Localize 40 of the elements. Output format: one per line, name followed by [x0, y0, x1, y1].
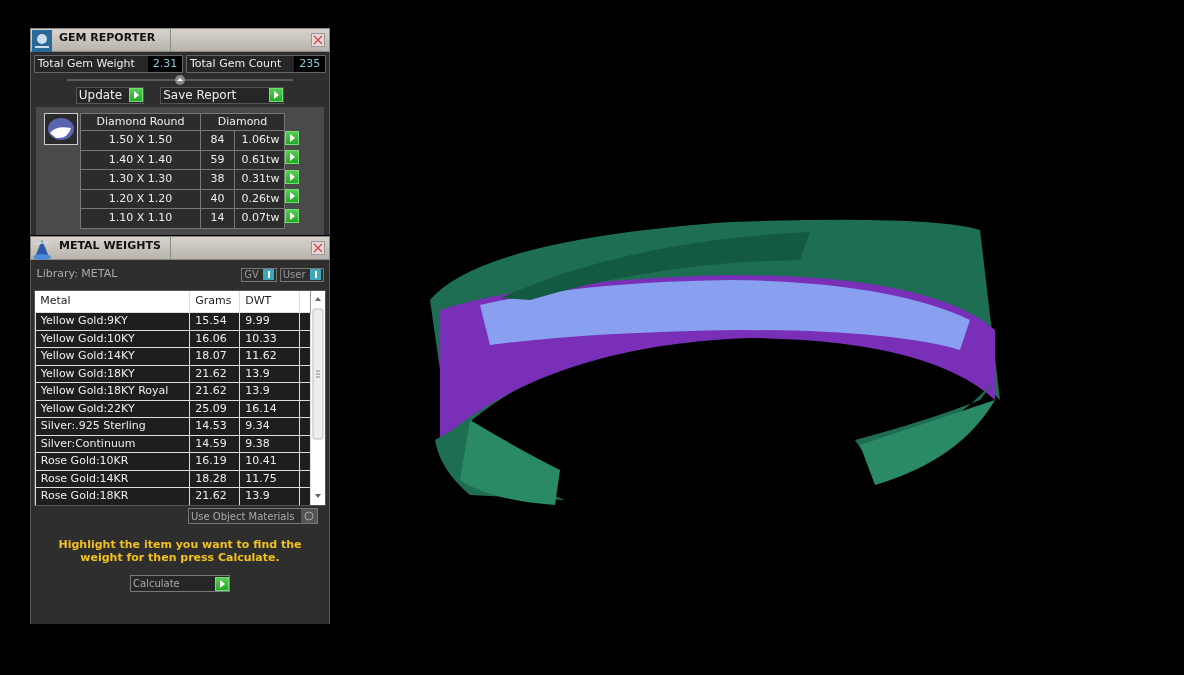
panel-title: GEM REPORTER — [53, 29, 171, 51]
panel-title: METAL WEIGHTS — [53, 236, 171, 259]
total-count-label: Total Gem Count — [189, 55, 282, 72]
instruction-text: Highlight the item you want to find the weight for then press Calculate. — [57, 538, 303, 564]
column-header: Grams — [189, 290, 240, 313]
checkbox-label[interactable]: Use Object Materials — [191, 508, 297, 524]
total-weight-value: 2.31 — [147, 55, 183, 72]
table-cell: 1.50 X 1.50 — [80, 130, 201, 150]
scrollbar[interactable] — [311, 290, 326, 505]
radio-circle-icon — [301, 509, 317, 524]
button[interactable]: Save Report — [160, 86, 285, 104]
table-cell: 1.40 X 1.40 — [80, 150, 201, 170]
table-cell: 1.20 X 1.20 — [80, 189, 201, 209]
table-cell: 1.30 X 1.30 — [80, 169, 201, 189]
calculate-button[interactable]: Calculate — [130, 575, 230, 592]
toggle-knob-icon — [262, 269, 274, 280]
close-button[interactable] — [311, 240, 325, 255]
total-count-value: 235 — [294, 55, 326, 72]
total-weight-label: Total Gem Weight — [37, 55, 135, 72]
toggle-button[interactable]: User — [279, 267, 324, 282]
column-header: Metal — [35, 290, 190, 313]
report-icon — [31, 29, 53, 53]
close-button[interactable] — [311, 33, 325, 47]
gem-icon — [44, 112, 78, 145]
button-label[interactable]: Calculate — [133, 576, 215, 591]
checkbox[interactable]: Use Object Materials — [188, 508, 318, 525]
toggle-label[interactable]: User — [282, 267, 306, 282]
button-label[interactable]: Update — [78, 86, 129, 105]
library-label: Library: METAL — [36, 266, 119, 283]
column-header: DWT — [239, 290, 300, 313]
button[interactable]: Update — [75, 86, 144, 104]
button-label[interactable]: Save Report — [163, 86, 270, 105]
column-header: Diamond Round — [80, 113, 201, 131]
toggle-label[interactable]: GV — [244, 267, 259, 282]
toggle-button[interactable]: GV — [241, 267, 277, 282]
collapse-handle-icon — [67, 73, 293, 86]
table-cell: 1.10 X 1.10 — [80, 208, 201, 228]
column-header: Diamond — [200, 113, 285, 131]
column-header — [299, 290, 311, 313]
toggle-knob-icon — [309, 269, 321, 280]
